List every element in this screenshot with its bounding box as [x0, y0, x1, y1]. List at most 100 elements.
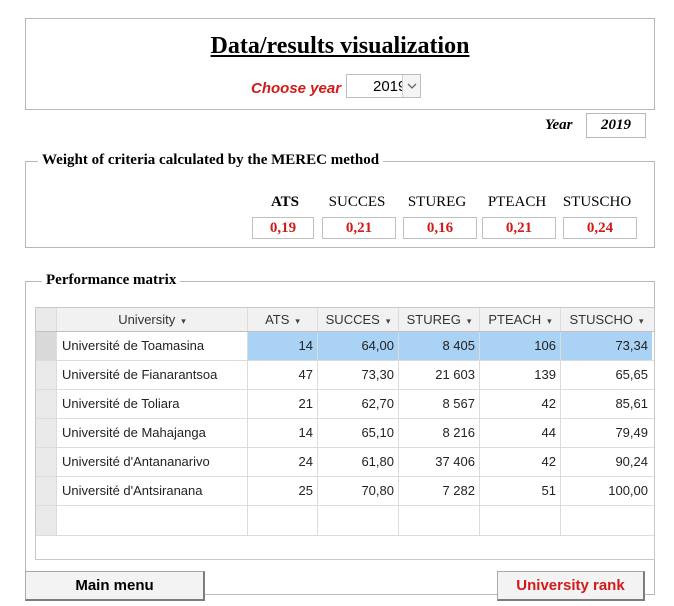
cell-pteach[interactable]: 106 — [480, 332, 561, 360]
cell-stuscho[interactable]: 90,24 — [561, 448, 652, 476]
cell-succes[interactable]: 73,30 — [318, 361, 399, 389]
weights-title: Weight of criteria calculated by the MER… — [38, 152, 384, 169]
cell-pteach[interactable] — [480, 506, 561, 535]
column-header-label: ATS — [265, 312, 290, 327]
weight-pteach-value: 0,21 — [482, 217, 556, 239]
cell-university[interactable]: Université d'Antananarivo — [57, 448, 248, 476]
weight-stuscho-value: 0,24 — [563, 217, 637, 239]
university-rank-button[interactable]: University rank — [497, 571, 645, 601]
select-all-corner[interactable] — [36, 308, 57, 331]
cell-succes[interactable] — [318, 506, 399, 535]
year-select[interactable]: 2019 — [346, 74, 421, 98]
cell-stureg[interactable]: 37 406 — [399, 448, 480, 476]
new-record-row[interactable] — [36, 506, 654, 536]
row-selector[interactable] — [36, 361, 57, 389]
column-header-succes[interactable]: SUCCES ▾ — [318, 308, 399, 331]
cell-succes[interactable]: 64,00 — [318, 332, 399, 360]
cell-university[interactable]: Université de Toliara — [57, 390, 248, 418]
row-selector[interactable] — [36, 419, 57, 447]
choose-year-label: Choose year — [251, 80, 342, 97]
cell-ats[interactable]: 25 — [248, 477, 318, 505]
sort-arrow-icon: ▾ — [639, 316, 644, 326]
column-header-label: SUCCES — [325, 312, 380, 327]
cell-ats[interactable]: 24 — [248, 448, 318, 476]
criterion-stuscho-label: STUSCHO — [562, 194, 632, 210]
cell-ats[interactable] — [248, 506, 318, 535]
cell-stureg[interactable]: 21 603 — [399, 361, 480, 389]
cell-stuscho[interactable]: 85,61 — [561, 390, 652, 418]
row-selector[interactable] — [36, 390, 57, 418]
cell-stuscho[interactable]: 79,49 — [561, 419, 652, 447]
column-header-stuscho[interactable]: STUSCHO ▾ — [561, 308, 652, 331]
weight-ats-value: 0,19 — [252, 217, 314, 239]
sort-arrow-icon: ▾ — [547, 316, 552, 326]
criterion-succes-label: SUCCES — [328, 194, 386, 210]
cell-pteach[interactable]: 42 — [480, 390, 561, 418]
criterion-ats-label: ATS — [270, 194, 300, 210]
dropdown-button[interactable] — [402, 75, 420, 97]
weight-succes-value: 0,21 — [322, 217, 396, 239]
criterion-pteach-label: PTEACH — [487, 194, 547, 210]
row-selector[interactable] — [36, 332, 57, 360]
column-header-label: STUSCHO — [569, 312, 634, 327]
table-row[interactable]: Université d'Antsiranana 25 70,80 7 282 … — [36, 477, 654, 506]
year-value: 2019 — [586, 113, 646, 138]
cell-university[interactable]: Université de Mahajanga — [57, 419, 248, 447]
row-selector[interactable] — [36, 477, 57, 505]
sort-arrow-icon: ▾ — [385, 316, 391, 326]
column-header-university[interactable]: University ▾ — [57, 308, 248, 331]
table-row[interactable]: Université de Toliara 21 62,70 8 567 42 … — [36, 390, 654, 419]
cell-succes[interactable]: 62,70 — [318, 390, 399, 418]
row-selector[interactable] — [36, 506, 57, 535]
year-label: Year — [545, 117, 573, 133]
criterion-stureg-label: STUREG — [407, 194, 467, 210]
cell-stureg[interactable]: 8 567 — [399, 390, 480, 418]
cell-stureg[interactable]: 8 216 — [399, 419, 480, 447]
column-header-stureg[interactable]: STUREG ▾ — [399, 308, 480, 331]
column-header-label: PTEACH — [488, 312, 542, 327]
cell-stureg[interactable]: 7 282 — [399, 477, 480, 505]
cell-stuscho[interactable]: 65,65 — [561, 361, 652, 389]
cell-succes[interactable]: 65,10 — [318, 419, 399, 447]
performance-table[interactable]: University ▾ ATS ▾ SUCCES ▾ STUREG ▾ PTEACH ▾… — [35, 307, 655, 560]
cell-stuscho[interactable]: 73,34 — [561, 332, 652, 360]
sort-arrow-icon: ▾ — [295, 316, 300, 326]
sort-arrow-icon: ▾ — [181, 316, 186, 326]
column-header-label: University — [118, 312, 176, 327]
page-title: Data/results visualization — [210, 33, 470, 59]
cell-university[interactable]: Université de Fianarantsoa — [57, 361, 248, 389]
sort-arrow-icon: ▾ — [466, 316, 472, 326]
performance-title: Performance matrix — [42, 272, 181, 289]
cell-stureg[interactable] — [399, 506, 480, 535]
table-row[interactable]: Université de Toamasina 14 64,00 8 405 1… — [36, 332, 654, 361]
cell-stuscho[interactable]: 100,00 — [561, 477, 652, 505]
row-selector[interactable] — [36, 448, 57, 476]
table-row[interactable]: Université d'Antananarivo 24 61,80 37 40… — [36, 448, 654, 477]
table-header-row: University ▾ ATS ▾ SUCCES ▾ STUREG ▾ PTEACH ▾… — [36, 308, 654, 332]
cell-succes[interactable]: 70,80 — [318, 477, 399, 505]
cell-pteach[interactable]: 42 — [480, 448, 561, 476]
cell-pteach[interactable]: 44 — [480, 419, 561, 447]
cell-university[interactable]: Université de Toamasina — [57, 332, 248, 360]
column-header-label: STUREG — [406, 312, 461, 327]
cell-stureg[interactable]: 8 405 — [399, 332, 480, 360]
table-row[interactable]: Université de Fianarantsoa 47 73,30 21 6… — [36, 361, 654, 390]
cell-ats[interactable]: 14 — [248, 419, 318, 447]
weight-stureg-value: 0,16 — [403, 217, 477, 239]
header-panel: Data/results visualization Choose year 2… — [25, 18, 655, 110]
cell-ats[interactable]: 14 — [248, 332, 318, 360]
weights-group: Weight of criteria calculated by the MER… — [25, 152, 655, 248]
chevron-down-icon — [407, 83, 416, 89]
main-menu-button[interactable]: Main menu — [25, 571, 205, 601]
cell-succes[interactable]: 61,80 — [318, 448, 399, 476]
cell-ats[interactable]: 47 — [248, 361, 318, 389]
cell-university[interactable] — [57, 506, 248, 535]
cell-pteach[interactable]: 51 — [480, 477, 561, 505]
cell-university[interactable]: Université d'Antsiranana — [57, 477, 248, 505]
cell-ats[interactable]: 21 — [248, 390, 318, 418]
column-header-ats[interactable]: ATS ▾ — [248, 308, 318, 331]
cell-stuscho[interactable] — [561, 506, 652, 535]
table-row[interactable]: Université de Mahajanga 14 65,10 8 216 4… — [36, 419, 654, 448]
column-header-pteach[interactable]: PTEACH ▾ — [480, 308, 561, 331]
cell-pteach[interactable]: 139 — [480, 361, 561, 389]
